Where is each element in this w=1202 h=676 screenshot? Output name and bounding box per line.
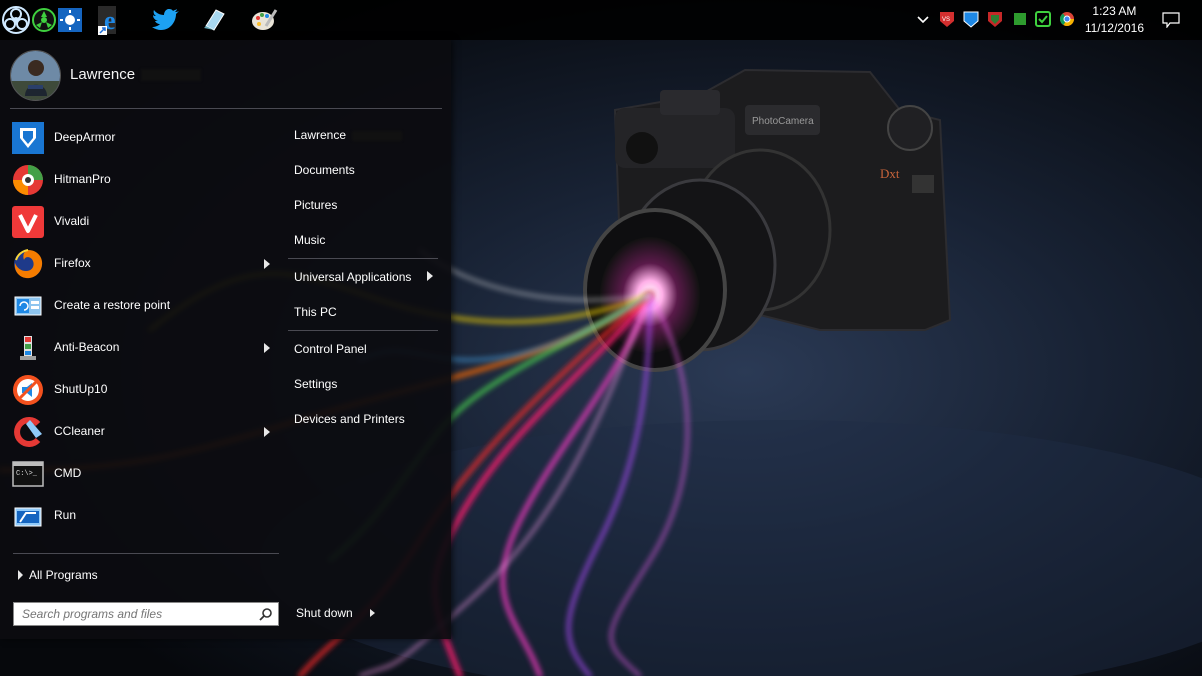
program-label: ShutUp10 (54, 382, 108, 396)
vivaldi-icon (12, 206, 44, 238)
start-menu: Lawrence DeepArmor HitmanPro Vivaldi Fir… (0, 40, 451, 639)
twitter-icon[interactable] (150, 4, 182, 36)
link-documents[interactable]: Documents (294, 163, 355, 177)
svg-text:PhotoCamera: PhotoCamera (752, 116, 814, 127)
link-music[interactable]: Music (294, 233, 325, 247)
program-deeparmor[interactable]: DeepArmor (10, 118, 276, 158)
action-center-icon[interactable] (1162, 12, 1180, 29)
submenu-arrow-icon (264, 259, 270, 269)
header-divider (10, 108, 442, 109)
all-programs-arrow-icon (18, 570, 23, 580)
chevron-up-icon[interactable] (915, 11, 931, 28)
redacted-surname (352, 130, 403, 141)
programs-divider (13, 553, 279, 554)
all-programs-label: All Programs (29, 568, 98, 582)
avatar[interactable] (10, 50, 61, 101)
taskbar: e VS 1:23 AM 11/12/2016 (0, 0, 1202, 40)
program-run[interactable]: Run (10, 496, 276, 536)
program-anti-beacon[interactable]: Anti-Beacon (10, 328, 276, 368)
restore-point-icon (12, 290, 44, 322)
links-divider-1 (288, 258, 438, 259)
program-create-restore-point[interactable]: Create a restore point (10, 286, 276, 326)
shutdown-label: Shut down (296, 606, 353, 620)
green-square-icon[interactable] (1012, 11, 1028, 28)
cmd-icon: C:\>_ (12, 458, 44, 490)
paint-icon[interactable] (248, 4, 280, 36)
program-label: DeepArmor (54, 130, 116, 144)
anti-beacon-icon (12, 332, 44, 364)
firefox-icon (12, 248, 44, 280)
program-label: Firefox (54, 256, 91, 270)
link-universal-applications[interactable]: Universal Applications (294, 270, 411, 284)
redacted-surname (141, 69, 202, 82)
user-header[interactable]: Lawrence (10, 50, 440, 101)
submenu-arrow-icon (427, 271, 433, 281)
program-label: CCleaner (54, 424, 105, 438)
program-firefox[interactable]: Firefox (10, 244, 276, 284)
program-shutup10[interactable]: ShutUp10 (10, 370, 276, 410)
link-pictures[interactable]: Pictures (294, 198, 337, 212)
submenu-arrow-icon (264, 427, 270, 437)
program-label: CMD (54, 466, 82, 480)
program-vivaldi[interactable]: Vivaldi (10, 202, 276, 242)
deeparmor-icon (12, 122, 44, 154)
ccleaner-icon (12, 416, 44, 448)
submenu-arrow-icon (264, 343, 270, 353)
shutdown-button[interactable]: Shut down (296, 606, 353, 620)
svg-text:Dxt: Dxt (880, 166, 900, 181)
clock-time: 1:23 AM (1092, 4, 1137, 18)
edge-icon[interactable]: e (96, 4, 128, 36)
run-icon (12, 500, 44, 532)
program-cmd[interactable]: C:\>_ CMD (10, 454, 276, 494)
vs-shield-icon[interactable]: VS (939, 11, 955, 28)
shutup10-icon (12, 374, 44, 406)
green-check-icon[interactable] (1035, 11, 1051, 28)
link-control-panel[interactable]: Control Panel (294, 342, 367, 356)
program-hitmanpro[interactable]: HitmanPro (10, 160, 276, 200)
link-label: Universal Applications (294, 270, 412, 284)
weather-sun-icon[interactable] (54, 4, 86, 36)
shutdown-options-arrow-icon[interactable] (370, 609, 375, 617)
link-label: Lawrence (294, 128, 347, 142)
search-input[interactable] (14, 603, 250, 625)
search-box[interactable] (13, 602, 279, 626)
clock-date: 11/12/2016 (1084, 21, 1144, 35)
program-label: Anti-Beacon (54, 340, 120, 354)
svg-text:C:\>_: C:\>_ (16, 470, 38, 478)
links-divider-2 (288, 330, 438, 331)
chrome-icon[interactable] (1059, 11, 1075, 28)
hitmanpro-icon (12, 164, 44, 196)
link-this-pc[interactable]: This PC (294, 305, 337, 319)
clock[interactable]: 1:23 AM 11/12/2016 (1085, 3, 1144, 37)
program-label: HitmanPro (54, 172, 111, 186)
red-shield-icon[interactable] (987, 11, 1003, 28)
program-ccleaner[interactable]: CCleaner (10, 412, 276, 452)
notepad-icon[interactable] (198, 4, 230, 36)
blue-shield-icon[interactable] (963, 11, 979, 28)
svg-text:VS: VS (942, 17, 950, 23)
link-settings[interactable]: Settings (294, 377, 337, 391)
program-label: Create a restore point (54, 298, 171, 312)
all-programs-button[interactable]: All Programs (18, 568, 98, 582)
user-name: Lawrence (70, 66, 136, 83)
search-icon[interactable] (259, 607, 273, 621)
link-devices-and-printers[interactable]: Devices and Printers (294, 412, 405, 426)
program-label: Run (54, 508, 77, 522)
link-user-folder[interactable]: Lawrence (294, 128, 403, 142)
program-label: Vivaldi (54, 214, 90, 228)
